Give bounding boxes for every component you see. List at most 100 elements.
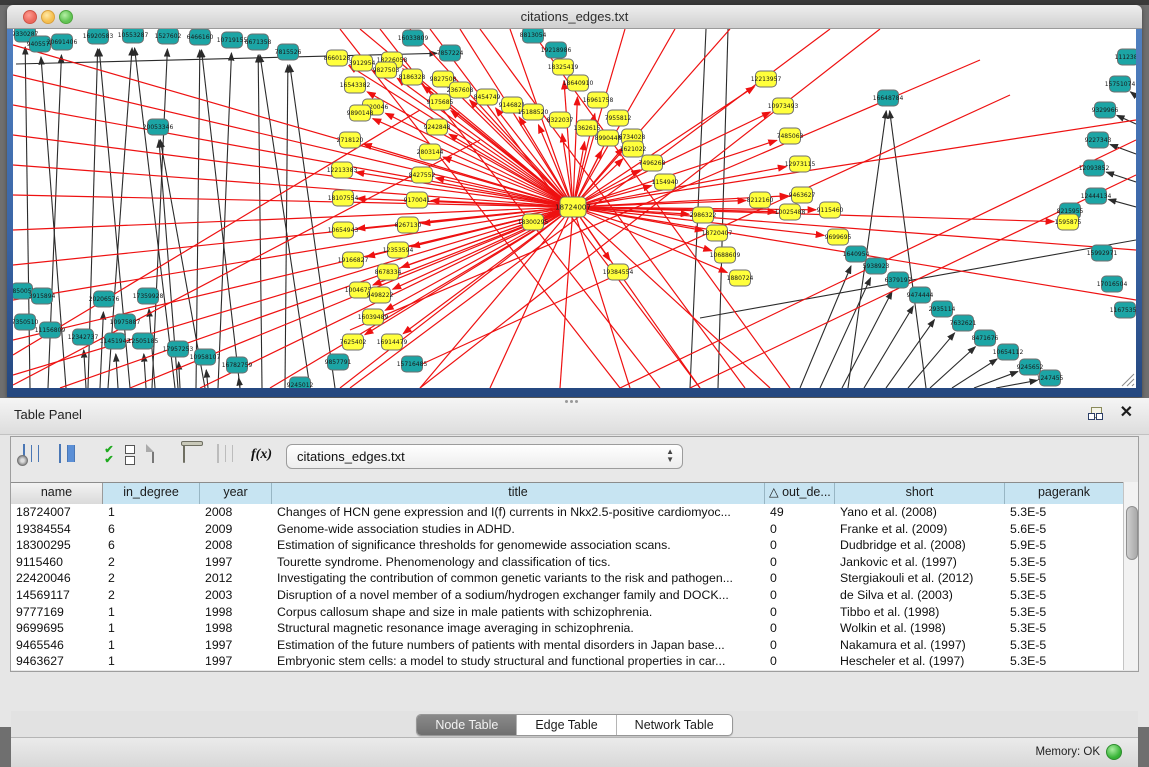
cell-year[interactable]: 1997 (200, 637, 272, 654)
float-panel-icon[interactable] (1088, 407, 1103, 421)
cell-pagerank[interactable]: 5.3E-5 (1005, 587, 1124, 604)
cell-short[interactable]: Franke et al. (2009) (835, 521, 1005, 538)
table-selector-dropdown[interactable]: citations_edges.txt ▲▼ (286, 444, 683, 469)
cell-out_degree[interactable]: 0 (765, 537, 835, 554)
column-header-name[interactable]: name (11, 483, 103, 504)
cell-short[interactable]: Dudbridge et al. (2008) (835, 537, 1005, 554)
cell-short[interactable]: Hescheler et al. (1997) (835, 653, 1005, 670)
cell-pagerank[interactable]: 5.6E-5 (1005, 521, 1124, 538)
cell-in_degree[interactable]: 6 (103, 537, 200, 554)
cell-year[interactable]: 1997 (200, 554, 272, 571)
cell-year[interactable]: 2003 (200, 587, 272, 604)
tab-edge-table[interactable]: Edge Table (517, 715, 616, 735)
cell-in_degree[interactable]: 2 (103, 587, 200, 604)
cell-year[interactable]: 1997 (200, 653, 272, 670)
cell-in_degree[interactable]: 1 (103, 637, 200, 654)
show-columns-button[interactable] (59, 445, 87, 473)
cell-title[interactable]: Tourette syndrome. Phenomenology and cla… (272, 554, 765, 571)
cell-in_degree[interactable]: 2 (103, 554, 200, 571)
cell-year[interactable]: 2008 (200, 504, 272, 521)
column-header-in-degree[interactable]: in_degree (103, 483, 200, 504)
cell-title[interactable]: Disruption of a novel member of a sodium… (272, 587, 765, 604)
function-builder-button[interactable]: f(x) (251, 445, 279, 473)
cell-out_degree[interactable]: 0 (765, 637, 835, 654)
cell-name[interactable]: 22420046 (11, 570, 103, 587)
cell-year[interactable]: 2008 (200, 537, 272, 554)
cell-year[interactable]: 2012 (200, 570, 272, 587)
column-header-title[interactable]: title (272, 483, 765, 504)
table-row[interactable]: 2242004622012Investigating the contribut… (11, 570, 1124, 587)
cell-in_degree[interactable]: 6 (103, 521, 200, 538)
cell-in_degree[interactable]: 1 (103, 604, 200, 621)
cell-pagerank[interactable]: 5.3E-5 (1005, 554, 1124, 571)
table-row[interactable]: 1830029562008Estimation of significance … (11, 537, 1124, 554)
splitter-handle[interactable] (565, 399, 577, 404)
create-column-button[interactable] (152, 445, 180, 473)
cell-name[interactable]: 9465546 (11, 637, 103, 654)
cell-pagerank[interactable]: 5.3E-5 (1005, 504, 1124, 521)
cell-title[interactable]: Changes of HCN gene expression and I(f) … (272, 504, 765, 521)
cell-name[interactable]: 14569117 (11, 587, 103, 604)
cell-short[interactable]: Nakamura et al. (1997) (835, 637, 1005, 654)
cell-name[interactable]: 18300295 (11, 537, 103, 554)
table-row[interactable]: 977716911998Corpus callosum shape and si… (11, 604, 1124, 621)
delete-column-button[interactable] (183, 445, 211, 473)
cell-pagerank[interactable]: 5.3E-5 (1005, 604, 1124, 621)
cell-pagerank[interactable]: 5.3E-5 (1005, 620, 1124, 637)
cell-title[interactable]: Investigating the contribution of common… (272, 570, 765, 587)
cell-out_degree[interactable]: 0 (765, 554, 835, 571)
table-row[interactable]: 911546021997Tourette syndrome. Phenomeno… (11, 554, 1124, 571)
table-row[interactable]: 1872400712008Changes of HCN gene express… (11, 504, 1124, 521)
column-header-pagerank[interactable]: pagerank (1005, 483, 1124, 504)
scrollbar-thumb[interactable] (1126, 506, 1138, 560)
cell-name[interactable]: 19384554 (11, 521, 103, 538)
cell-name[interactable]: 9699695 (11, 620, 103, 637)
cell-in_degree[interactable]: 1 (103, 620, 200, 637)
cell-pagerank[interactable]: 5.3E-5 (1005, 637, 1124, 654)
cell-out_degree[interactable]: 0 (765, 587, 835, 604)
select-columns-button[interactable]: ✔✔ (95, 445, 123, 473)
tab-node-table[interactable]: Node Table (417, 715, 517, 735)
cell-name[interactable]: 9777169 (11, 604, 103, 621)
close-panel-icon[interactable]: ✕ (1120, 404, 1133, 422)
column-header-year[interactable]: year (200, 483, 272, 504)
cell-name[interactable]: 9115460 (11, 554, 103, 571)
cell-short[interactable]: Stergiakouli et al. (2012) (835, 570, 1005, 587)
cell-out_degree[interactable]: 0 (765, 604, 835, 621)
cell-year[interactable]: 1998 (200, 620, 272, 637)
table-row[interactable]: 946362711997Embryonic stem cells: a mode… (11, 653, 1124, 670)
cell-short[interactable]: Yano et al. (2008) (835, 504, 1005, 521)
window-titlebar[interactable]: citations_edges.txt (7, 5, 1142, 29)
cell-out_degree[interactable]: 0 (765, 521, 835, 538)
table-body[interactable]: 1872400712008Changes of HCN gene express… (11, 504, 1124, 670)
vertical-scrollbar[interactable] (1123, 482, 1138, 670)
cell-out_degree[interactable]: 0 (765, 570, 835, 587)
table-row[interactable]: 1938455462009Genome-wide association stu… (11, 521, 1124, 538)
cell-short[interactable]: Wolkin et al. (1998) (835, 620, 1005, 637)
network-graph[interactable]: 9330287940557420691406169205831055328715… (13, 29, 1136, 388)
table-options-button[interactable] (23, 445, 51, 473)
table-row[interactable]: 1456911722003Disruption of a novel membe… (11, 587, 1124, 604)
cell-title[interactable]: Estimation of the future numbers of pati… (272, 637, 765, 654)
column-header-out-degree[interactable]: △ out_de... (765, 483, 835, 504)
tab-network-table[interactable]: Network Table (617, 715, 732, 735)
cell-out_degree[interactable]: 49 (765, 504, 835, 521)
cell-short[interactable]: Jankovic et al. (1997) (835, 554, 1005, 571)
cell-in_degree[interactable]: 1 (103, 653, 200, 670)
resize-grip-icon[interactable] (1132, 384, 1134, 386)
cell-short[interactable]: Tibbo et al. (1998) (835, 604, 1005, 621)
table-row[interactable]: 946554611997Estimation of the future num… (11, 637, 1124, 654)
cell-name[interactable]: 9463627 (11, 653, 103, 670)
cell-in_degree[interactable]: 1 (103, 504, 200, 521)
network-canvas[interactable]: 9330287940557420691406169205831055328715… (13, 29, 1136, 388)
cell-pagerank[interactable]: 5.5E-5 (1005, 570, 1124, 587)
cell-name[interactable]: 18724007 (11, 504, 103, 521)
cell-out_degree[interactable]: 0 (765, 620, 835, 637)
cell-title[interactable]: Corpus callosum shape and size in male p… (272, 604, 765, 621)
cell-title[interactable]: Genome-wide association studies in ADHD. (272, 521, 765, 538)
cell-year[interactable]: 2009 (200, 521, 272, 538)
cell-pagerank[interactable]: 5.9E-5 (1005, 537, 1124, 554)
cell-in_degree[interactable]: 2 (103, 570, 200, 587)
cell-short[interactable]: de Silva et al. (2003) (835, 587, 1005, 604)
cell-year[interactable]: 1998 (200, 604, 272, 621)
